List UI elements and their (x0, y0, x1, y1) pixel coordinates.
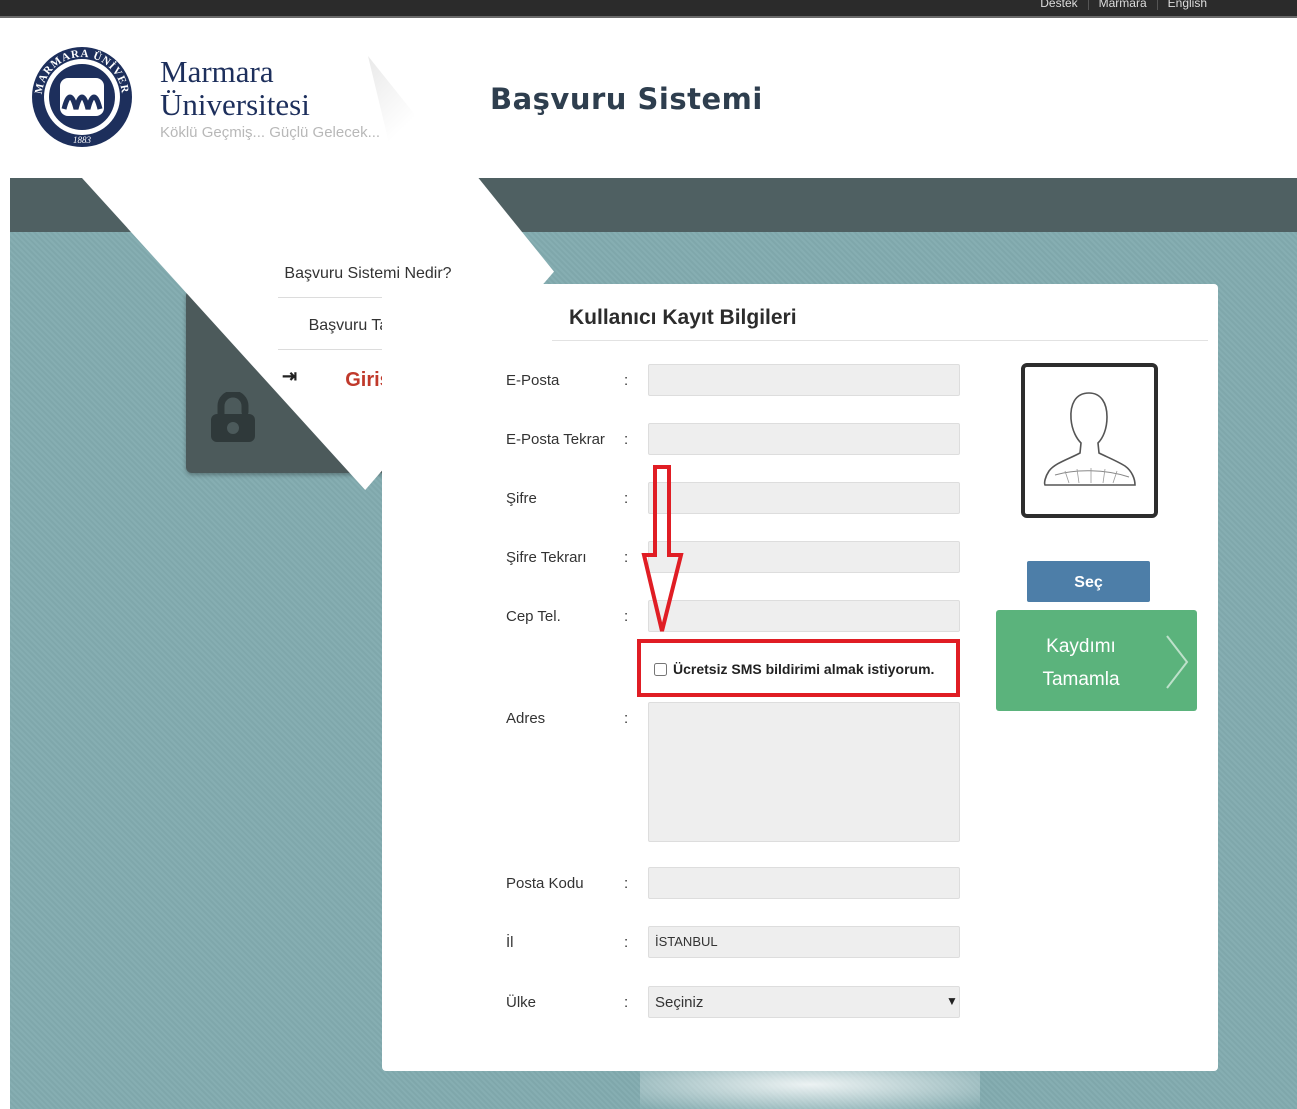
complete-line2: Tamamla (1042, 669, 1120, 690)
top-links: Destek Marmara English (1030, 0, 1217, 10)
seal-year: 1883 (73, 135, 92, 145)
top-link-support[interactable]: Destek (1030, 0, 1089, 10)
sms-checkbox[interactable] (654, 663, 667, 676)
email-field[interactable] (648, 364, 960, 396)
brand-line2: Üniversitesi (160, 87, 310, 122)
password-repeat-field[interactable] (648, 541, 960, 573)
phone-field[interactable] (648, 600, 960, 632)
postal-code-row: Posta Kodu : (506, 867, 966, 901)
password-repeat-label: Şifre Tekrarı (506, 549, 587, 566)
phone-colon: : (624, 608, 629, 625)
password-label: Şifre (506, 490, 537, 507)
app-title: Başvuru Sistemi (490, 82, 763, 116)
country-colon: : (624, 994, 629, 1011)
profile-photo-frame (1021, 363, 1158, 518)
top-link-marmara[interactable]: Marmara (1088, 0, 1158, 10)
password-field[interactable] (648, 482, 960, 514)
password-repeat-row: Şifre Tekrarı : (506, 541, 966, 575)
university-seal-logo[interactable]: MARMARA ÜNİVERSİTESİ 1883 (30, 43, 135, 151)
country-label: Ülke (506, 994, 537, 1011)
registration-panel: Kullanıcı Kayıt Bilgileri E-Posta : E-Po… (382, 284, 1218, 1071)
site-header: MARMARA ÜNİVERSİTESİ 1883 Marmara Üniver… (0, 18, 1297, 178)
chevron-right-icon (1166, 635, 1189, 689)
padlock-icon (211, 392, 255, 442)
password-repeat-colon: : (624, 549, 629, 566)
address-row: Adres : (506, 702, 966, 844)
email-repeat-label: E-Posta Tekrar (506, 431, 605, 448)
password-row: Şifre : (506, 482, 966, 516)
city-label: İl (506, 934, 514, 951)
address-field[interactable] (648, 702, 960, 842)
brand-slogan: Köklü Geçmiş... Güçlü Gelecek... (160, 124, 381, 141)
email-repeat-colon: : (624, 431, 629, 448)
top-bar: Destek Marmara English (0, 0, 1297, 18)
address-colon: : (624, 710, 629, 727)
email-repeat-field[interactable] (648, 423, 960, 455)
brand-line1: Marmara (160, 54, 274, 89)
login-icon: ⇥ (282, 366, 298, 386)
email-label: E-Posta (506, 372, 560, 389)
down-arrow-annotation (641, 465, 684, 632)
city-field[interactable] (648, 926, 960, 958)
postal-code-colon: : (624, 875, 629, 892)
brand-name[interactable]: Marmara Üniversitesi Köklü Geçmiş... Güç… (160, 54, 381, 142)
form-title: Kullanıcı Kayıt Bilgileri (569, 306, 797, 329)
email-repeat-row: E-Posta Tekrar : (506, 423, 966, 457)
city-row: İl : (506, 926, 966, 960)
postal-code-label: Posta Kodu (506, 875, 584, 892)
user-silhouette-icon (1043, 392, 1136, 486)
password-colon: : (624, 490, 629, 507)
address-label: Adres (506, 710, 546, 727)
select-photo-button[interactable]: Seç (1027, 561, 1150, 602)
city-colon: : (624, 934, 629, 951)
title-divider (552, 340, 1208, 341)
complete-line1: Kaydımı (1046, 636, 1116, 657)
email-colon: : (624, 372, 629, 389)
phone-label: Cep Tel. (506, 608, 561, 625)
country-select[interactable]: Seçiniz (648, 986, 960, 1018)
sms-optin-label: Ücretsiz SMS bildirimi almak istiyorum. (673, 661, 935, 677)
header-divider (368, 56, 448, 156)
email-row: E-Posta : (506, 364, 966, 398)
complete-registration-button[interactable]: Kaydımı Tamamla (996, 610, 1197, 711)
country-row: Ülke : Seçiniz ▼ (506, 986, 966, 1020)
top-link-english[interactable]: English (1158, 0, 1217, 10)
postal-code-field[interactable] (648, 867, 960, 899)
sms-optin[interactable]: Ücretsiz SMS bildirimi almak istiyorum. (654, 661, 934, 677)
phone-row: Cep Tel. : (506, 600, 966, 634)
